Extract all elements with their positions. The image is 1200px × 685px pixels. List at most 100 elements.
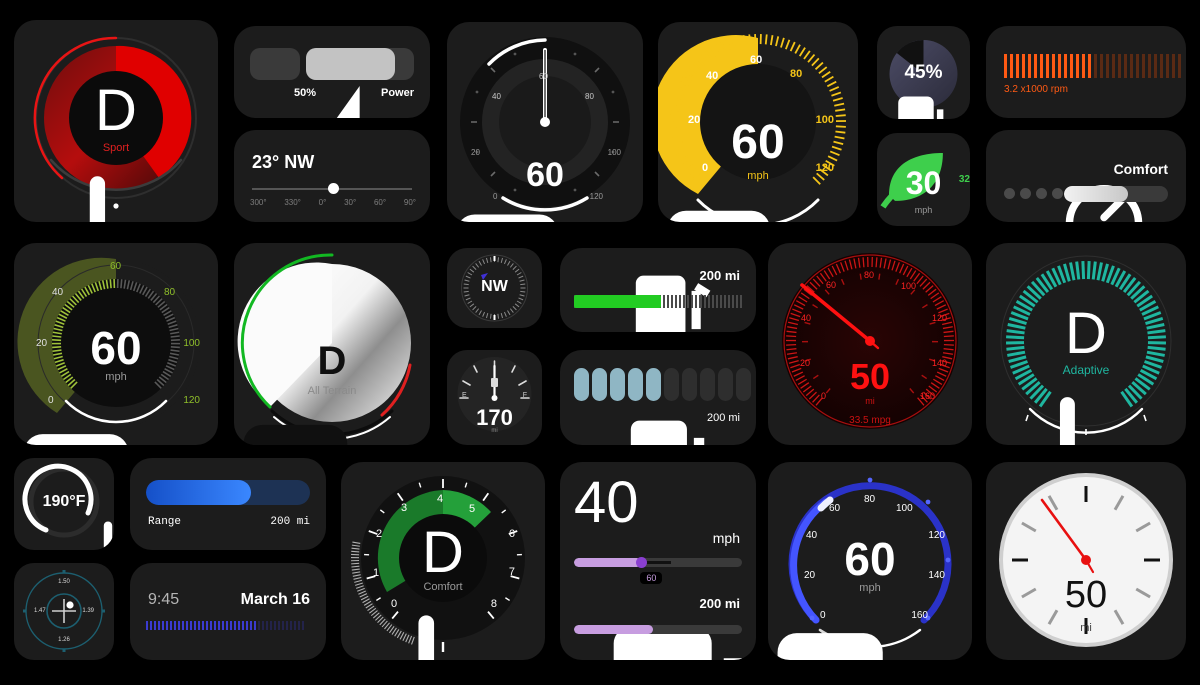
needle-dial-graphic	[447, 22, 643, 222]
comfort-dot[interactable]	[1052, 188, 1063, 199]
clock-date: March 16	[240, 591, 310, 608]
tach-bar	[1070, 54, 1073, 78]
white-dial-card[interactable]: 50 mi	[986, 462, 1186, 660]
speed-tick: 100	[815, 114, 834, 126]
g-force-graphic	[14, 563, 114, 660]
fuel-pie-card[interactable]: 45% E F	[877, 26, 970, 119]
range-tick	[707, 295, 710, 308]
clock-bar	[302, 621, 304, 630]
tach-bar	[1094, 54, 1097, 78]
comfort-dot[interactable]	[1004, 188, 1015, 199]
clock-bar	[286, 621, 288, 630]
g-force-card[interactable]: 1.50 1.26 1.47 1.39	[14, 563, 114, 660]
power-segments[interactable]	[250, 48, 414, 80]
speedometer-blue-card[interactable]: 0 20 40 60 80 100 120 140 160 60 mph 200…	[768, 462, 972, 660]
temp-ring-card[interactable]: 190°F	[14, 458, 114, 550]
range-bar[interactable]	[574, 295, 742, 308]
speed-tick: 0	[821, 391, 827, 401]
speed-tick: 20	[688, 114, 701, 126]
odometer-card[interactable]: E F 170 mi	[447, 350, 542, 445]
heading-tick: 330°	[284, 198, 301, 207]
clock-bar-group	[146, 621, 304, 630]
gauge-widget-board: D Sport 190°F 50% Power 23° NW 300° 330°…	[0, 0, 1200, 685]
speed-tick: 60	[750, 54, 763, 66]
range-tick	[679, 295, 682, 308]
clock-bar	[230, 621, 232, 630]
heading-tick: 0°	[318, 198, 327, 207]
gauge-tick: 8	[490, 598, 497, 610]
speed-track[interactable]	[574, 558, 742, 567]
range-blue-card[interactable]: Range 200 mi	[130, 458, 326, 550]
range-track[interactable]	[574, 625, 742, 634]
clock-bar	[178, 621, 180, 630]
speed-tick: 120	[815, 162, 834, 174]
range-tick	[667, 295, 670, 308]
clock-bar	[262, 621, 264, 630]
speed-tick: 80	[864, 494, 876, 505]
clock-bar	[170, 621, 172, 630]
range-tick	[687, 295, 690, 308]
gauge-tick: 1	[373, 567, 380, 579]
range-fill	[574, 625, 653, 634]
range-tick	[703, 295, 706, 308]
clock-bar	[238, 621, 240, 630]
clock-bar	[258, 621, 260, 630]
tach-bar	[1130, 54, 1133, 78]
speed-tick: 120	[931, 313, 947, 323]
eco-speed-card[interactable]: 32 30 mph	[877, 133, 970, 226]
clock-bar	[218, 621, 220, 630]
speedometer-red-card[interactable]: 0 20 40 60 80 100 120 140 160 50 mi 33.5…	[768, 243, 972, 445]
range-tick	[695, 295, 698, 308]
range-green-card[interactable]: 200 mi	[560, 248, 756, 332]
speed-tick: 140	[931, 358, 947, 368]
comfort-dot[interactable]	[1020, 188, 1031, 199]
tach-bar	[1118, 54, 1121, 78]
all-terrain-card[interactable]: D All Terrain 75%	[234, 243, 430, 445]
drive-mode-sport-card[interactable]: D Sport 190°F	[14, 20, 218, 222]
gauge-tick: 6	[508, 528, 515, 540]
range-tick	[675, 295, 678, 308]
speed-tick: 60	[826, 280, 837, 290]
speedometer-needle-card[interactable]: 20 40 60 80 100 0 120 60 200 mi	[447, 22, 643, 222]
tachometer-bars-card[interactable]: 3.2 x1000 rpm	[986, 26, 1186, 118]
clock-bar	[266, 621, 268, 630]
speedometer-yellow-card[interactable]: 0 20 40 60 80 100 120 60 mph 300 mi	[658, 22, 858, 222]
range-tick	[715, 295, 718, 308]
tach-bar	[1076, 54, 1079, 78]
clock-bar	[210, 621, 212, 630]
clock-bar	[214, 621, 216, 630]
heading-slider-card[interactable]: 23° NW 300° 330° 0° 30° 60° 90°	[234, 130, 430, 222]
fuel-pill	[736, 368, 751, 401]
range-tick	[663, 295, 666, 308]
clock-bar	[294, 621, 296, 630]
heading-thumb[interactable]	[328, 183, 340, 194]
power-meter-card[interactable]: 50% Power	[234, 26, 430, 118]
fuel-pills-card[interactable]: 200 mi	[560, 350, 756, 445]
compass-card[interactable]: NW	[447, 248, 542, 328]
adaptive-card[interactable]: D Adaptive 190°F	[986, 243, 1186, 445]
speedometer-olive-card[interactable]: 0 20 40 60 80 100 120 60 mph 200 mi	[14, 243, 218, 445]
clock-bar	[182, 621, 184, 630]
tach-bar	[1088, 54, 1091, 78]
tach-bar	[1022, 54, 1025, 78]
speed-slider-card[interactable]: 40 mph 60 200 mi	[560, 462, 756, 660]
comfort-track[interactable]	[1064, 186, 1168, 202]
eco-leaf-icon	[880, 152, 943, 209]
comfort-dot[interactable]	[1036, 188, 1047, 199]
comfort-slider-card[interactable]: Comfort	[986, 130, 1186, 222]
speed-tick: 0	[820, 610, 826, 621]
clock-bar	[190, 621, 192, 630]
range-value: 200 mi	[270, 516, 310, 528]
heading-tick: 60°	[373, 198, 387, 207]
heading-tick: 90°	[403, 198, 416, 207]
gauge-tick: 7	[508, 566, 515, 578]
fuel-pump-icon	[897, 96, 944, 119]
clock-card[interactable]: 9:45 March 16	[130, 563, 326, 660]
tach-bar	[1172, 54, 1175, 78]
comfort-gauge-card[interactable]: 0 1 2 3 4 5 6 7 8 D Comfort 190°F	[341, 462, 545, 660]
clock-bar	[186, 621, 188, 630]
range-track[interactable]	[146, 480, 310, 505]
speed-tick: 80	[790, 68, 803, 80]
tach-bar	[1112, 54, 1115, 78]
speed-fill	[574, 558, 642, 567]
